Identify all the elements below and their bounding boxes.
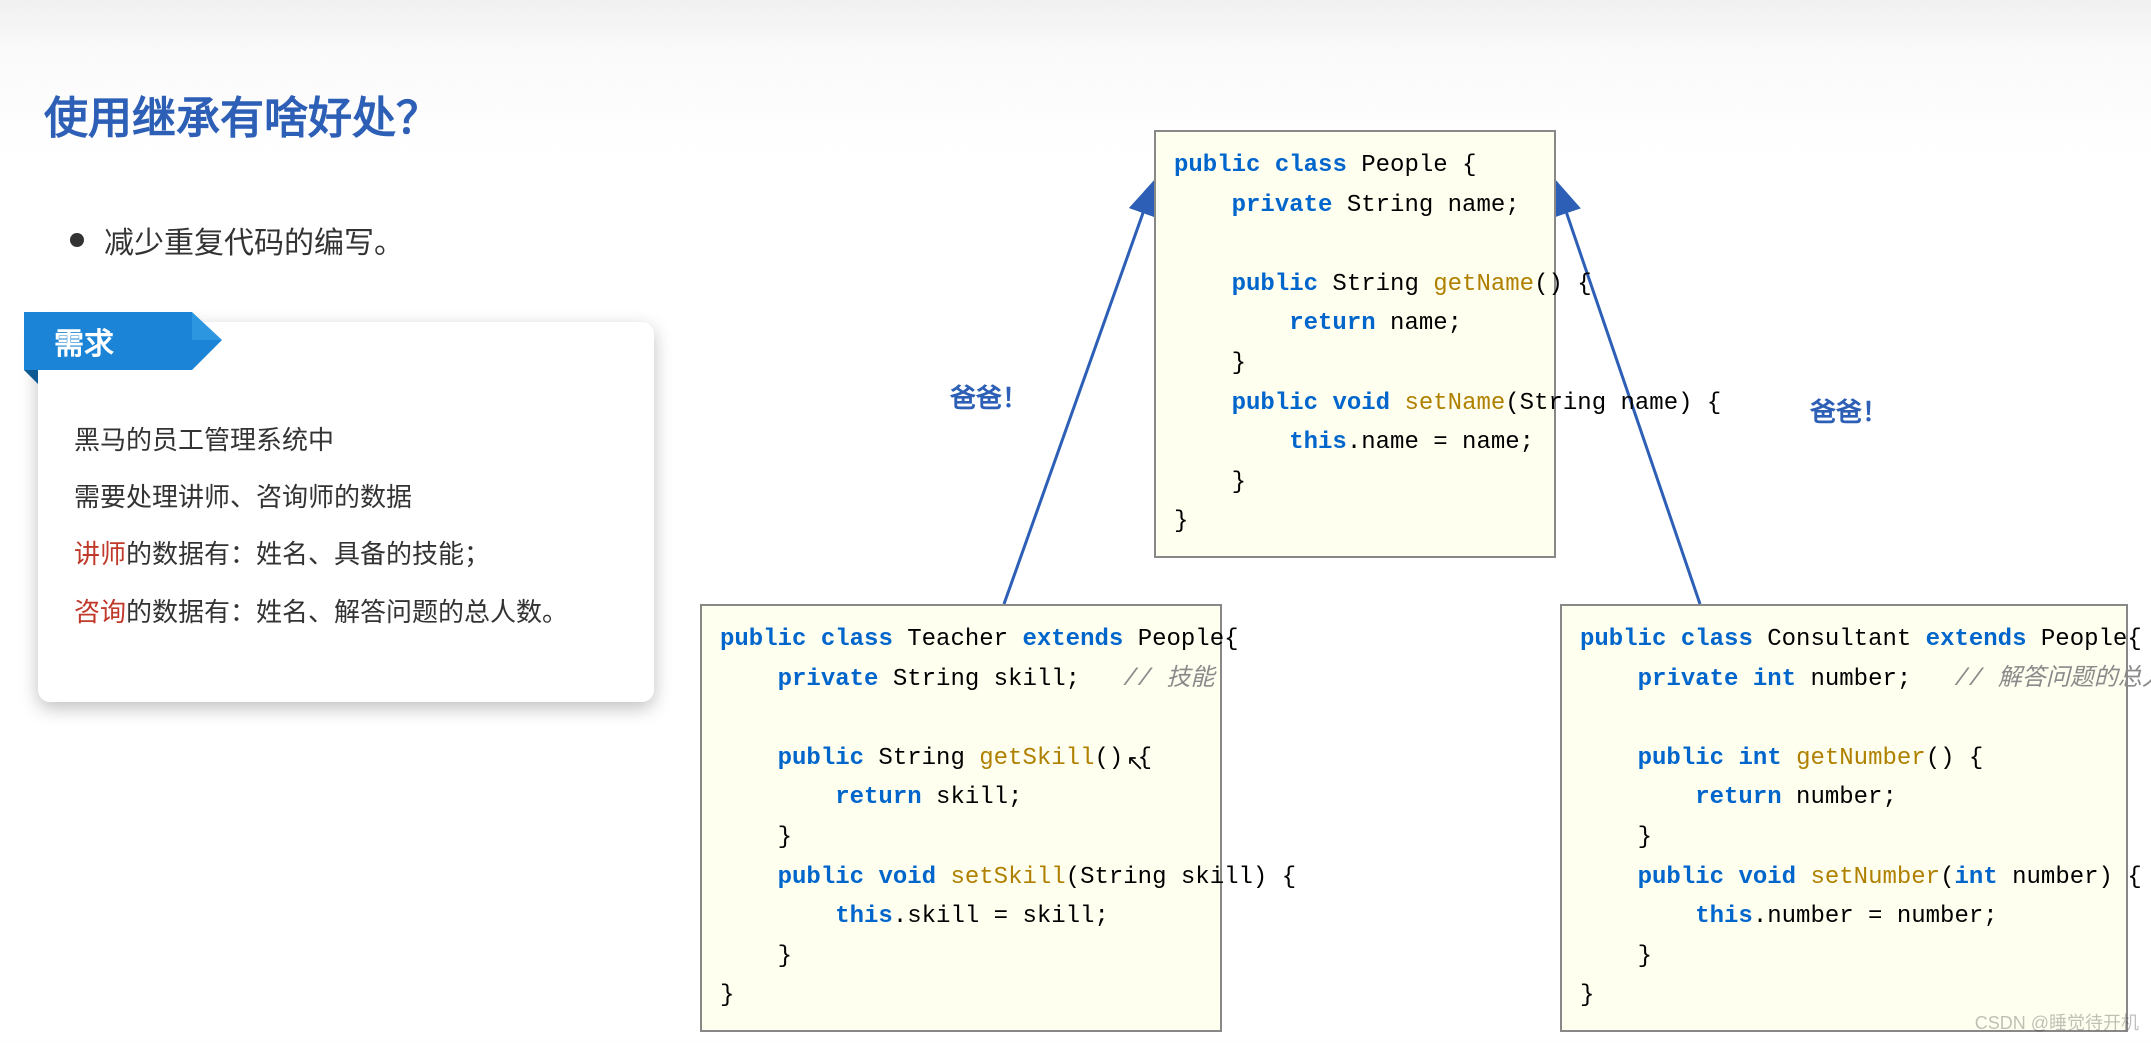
req-line-1: 黑马的员工管理系统中 [74,412,618,469]
page-title: 使用继承有啥好处？ [44,82,440,146]
tab-corner-icon [192,312,222,340]
bullet-item: 减少重复代码的编写。 [70,218,404,262]
req-line-3: 讲师的数据有：姓名、具备的技能； [74,526,618,583]
tab-shadow-icon [24,370,38,384]
requirements-tab: 需求 [24,312,192,370]
req-highlight-teacher: 讲师 [74,539,126,569]
tab-corner2-icon [192,340,222,370]
code-box-teacher: public class Teacher extends People{ pri… [700,604,1222,1032]
arrow-label-left: 爸爸！ [950,378,1028,415]
req-line-4: 咨询的数据有：姓名、解答问题的总人数。 [74,584,618,641]
bullet-icon [70,233,84,247]
cursor-icon: ↖ [1126,750,1144,776]
requirements-tab-label: 需求 [54,319,114,363]
req-highlight-consultant: 咨询 [74,597,126,627]
watermark: CSDN @睡觉待开机 [1975,1009,2139,1035]
requirements-card: 需求 黑马的员工管理系统中 需要处理讲师、咨询师的数据 讲师的数据有：姓名、具备… [38,322,654,702]
requirements-content: 黑马的员工管理系统中 需要处理讲师、咨询师的数据 讲师的数据有：姓名、具备的技能… [38,322,654,671]
code-box-consultant: public class Consultant extends People{ … [1560,604,2128,1032]
arrow-label-right: 爸爸！ [1810,392,1888,429]
req-line-2: 需要处理讲师、咨询师的数据 [74,469,618,526]
bullet-text: 减少重复代码的编写。 [104,218,404,262]
code-box-people: public class People { private String nam… [1154,130,1556,558]
